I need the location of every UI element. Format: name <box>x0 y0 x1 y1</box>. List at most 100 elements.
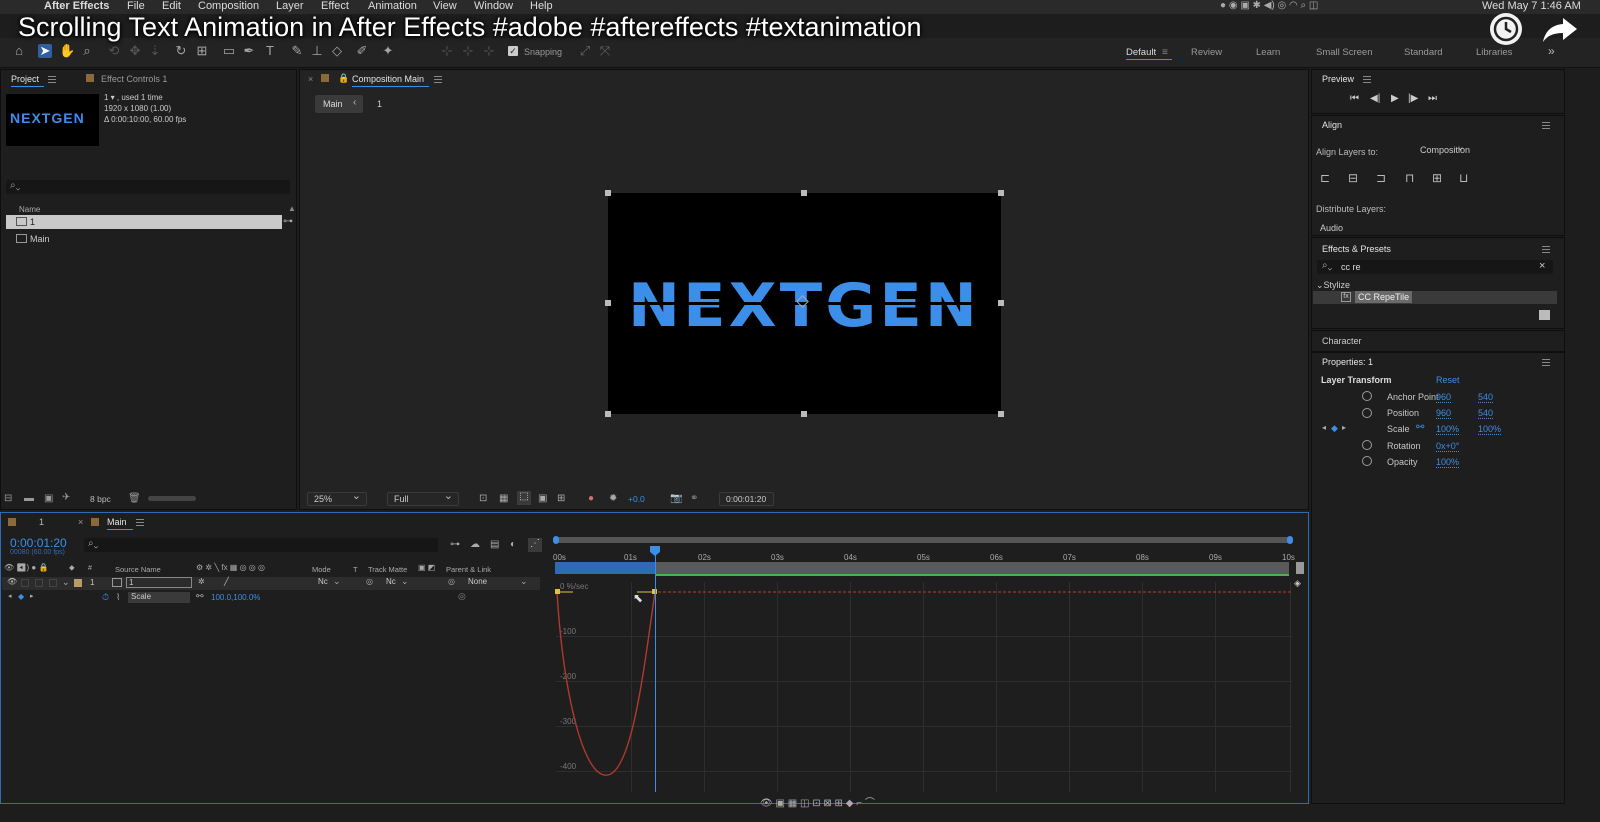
show-transform-box-icon[interactable]: ▦ <box>788 798 797 809</box>
snapping-checkbox[interactable]: ✓ <box>508 46 518 56</box>
workspace-libraries[interactable]: Libraries <box>1476 47 1512 58</box>
type-tool-icon[interactable]: T <box>263 44 277 58</box>
color-management-icon[interactable]: ✹ <box>609 493 617 504</box>
workspace-default[interactable]: Default <box>1126 47 1156 58</box>
stopwatch-icon[interactable] <box>1362 391 1372 401</box>
effects-search-input[interactable]: ⌕⌄ cc re × <box>1317 260 1553 274</box>
stopwatch-active-icon[interactable]: ⏱ <box>102 592 109 603</box>
align-top-icon[interactable]: ⊓ <box>1405 172 1417 184</box>
layer-mode[interactable]: Nc <box>318 577 328 586</box>
project-col-name[interactable]: Name <box>19 205 40 214</box>
menu-help[interactable]: Help <box>530 0 553 12</box>
tab-effect-controls[interactable]: Effect Controls 1 <box>101 74 167 84</box>
new-preset-icon[interactable] <box>1539 310 1550 320</box>
graph-toggle-icon[interactable]: ⌇ <box>116 592 120 603</box>
show-properties-icon[interactable]: 👁 <box>760 798 773 809</box>
view-axis-icon[interactable]: ⊹ <box>482 44 496 58</box>
navigator-start-handle[interactable] <box>553 536 559 544</box>
stopwatch-icon[interactable] <box>1362 440 1372 450</box>
keyframe-prev-icon[interactable]: ◂ <box>1322 423 1326 432</box>
align-bottom-icon[interactable]: ⊔ <box>1459 172 1471 184</box>
workspace-review[interactable]: Review <box>1191 47 1222 58</box>
mode-dropdown-arrow-icon[interactable]: ⌄ <box>333 576 341 587</box>
pan-tool-icon[interactable]: ✥ <box>128 44 142 58</box>
previous-frame-icon[interactable]: ◀| <box>1370 93 1380 104</box>
rotate-tool-icon[interactable]: ↻ <box>174 44 188 58</box>
work-area-end-handle[interactable] <box>1296 562 1304 574</box>
work-area-bar[interactable] <box>555 562 1289 574</box>
exposure-value[interactable]: +0.0 <box>628 494 645 504</box>
orbit-tool-icon[interactable]: ⟲ <box>107 44 121 58</box>
keyframe-nav-prev-icon[interactable]: ◂ <box>8 592 12 600</box>
parent-pickwhip-icon[interactable]: ◎ <box>448 577 455 586</box>
timeline-timecode[interactable]: 0:00:01:20 <box>10 536 67 550</box>
fit-all-icon[interactable]: ⊠ <box>823 798 831 809</box>
transform-handle[interactable] <box>605 190 611 196</box>
matte-dropdown-arrow-icon[interactable]: ⌄ <box>401 576 409 587</box>
composition-viewer[interactable]: NEXTGEN <box>608 193 1001 414</box>
constrain-proportions-icon[interactable]: ⚯ <box>1416 422 1424 433</box>
timeline-search-input[interactable]: ⌕⌄ <box>84 538 438 552</box>
fit-selection-icon[interactable]: ⊡ <box>812 798 820 809</box>
align-menu-icon[interactable] <box>1542 122 1550 129</box>
col-mode[interactable]: Mode <box>312 565 331 574</box>
axis-icon[interactable]: ⊹ <box>440 44 454 58</box>
graph-type-icon[interactable]: ▣ <box>775 798 784 809</box>
convert-hold-icon[interactable]: ⌐ <box>856 798 862 809</box>
shy-layers-icon[interactable]: ☁ <box>470 539 480 550</box>
snap-option2-icon[interactable]: ⤧ <box>598 44 612 58</box>
close-tab-icon[interactable]: × <box>78 517 83 527</box>
work-area-start[interactable] <box>555 562 655 574</box>
easy-ease-icon[interactable]: ⌒ <box>865 798 875 809</box>
label-color-swatch[interactable] <box>74 579 82 587</box>
transform-handle[interactable] <box>801 190 807 196</box>
col-parent-link[interactable]: Parent & Link <box>446 565 491 574</box>
anchor-tool-icon[interactable]: ⊞ <box>195 44 209 58</box>
menu-layer[interactable]: Layer <box>276 0 304 12</box>
layer-name[interactable]: 1 <box>126 577 192 588</box>
speed-graph[interactable] <box>553 580 1298 792</box>
property-pickwhip-icon[interactable]: ◎ <box>458 591 466 602</box>
time-navigator[interactable] <box>553 536 1293 544</box>
workspace-menu-icon[interactable]: ≡ <box>1162 47 1168 58</box>
brush-tool-icon[interactable]: ✎ <box>290 44 304 58</box>
snap-icon[interactable]: ◫ <box>800 798 809 809</box>
position-x[interactable]: 960 <box>1436 408 1452 419</box>
keyframe-diamond-icon[interactable]: ◆ <box>1331 423 1338 434</box>
menu-edit[interactable]: Edit <box>162 0 181 12</box>
rotation-value[interactable]: 0x+0° <box>1436 441 1460 452</box>
layer-row[interactable]: 👁 ⌄ 1 1 ✲ ╱ Nc ⌄ ◎ Nc ⌄ ◎ None ⌄ <box>2 576 540 590</box>
sort-arrow-icon[interactable]: ▲ <box>288 204 296 213</box>
home-icon[interactable]: ⌂ <box>12 44 26 58</box>
separate-dimensions-icon[interactable]: ⊞ <box>835 798 843 809</box>
eraser-tool-icon[interactable]: ◇ <box>330 44 344 58</box>
play-icon[interactable]: ▶ <box>1391 93 1399 104</box>
last-frame-icon[interactable]: ⏭ <box>1428 93 1437 104</box>
comp-timecode-field[interactable]: 0:00:01:20 <box>719 492 774 506</box>
show-snapshot-icon[interactable]: ⚭ <box>690 493 698 504</box>
first-frame-icon[interactable]: ⏮ <box>1350 93 1359 104</box>
share-icon[interactable] <box>1541 14 1579 44</box>
align-vertical-center-icon[interactable]: ⊞ <box>1432 172 1444 184</box>
collapse-transform-icon[interactable]: ✲ <box>198 577 205 586</box>
scale-y[interactable]: 100% <box>1478 424 1502 435</box>
rectangle-tool-icon[interactable]: ▭ <box>222 44 236 58</box>
expand-layer-icon[interactable]: ⌄ <box>62 577 70 588</box>
graph-editor-toolbar[interactable]: 👁 ▣ ▦ ◫ ⊡ ⊠ ⊞ ◆ ⌐ ⌒ <box>760 794 875 809</box>
transform-handle[interactable] <box>801 411 807 417</box>
col-t[interactable]: T <box>353 565 358 574</box>
color-channels-icon[interactable]: ● <box>588 493 594 504</box>
workspace-standard[interactable]: Standard <box>1404 47 1443 58</box>
close-tab-icon[interactable]: × <box>308 74 313 84</box>
resolution-dropdown[interactable]: Full <box>387 490 459 506</box>
adjust-project-icon[interactable]: ✈ <box>62 492 70 503</box>
new-composition-icon[interactable]: ▣ <box>44 493 53 504</box>
current-time-indicator[interactable] <box>655 548 656 792</box>
effects-menu-icon[interactable] <box>1542 246 1550 253</box>
keyframe-nav-add-icon[interactable]: ◆ <box>18 592 24 601</box>
comp-menu-icon[interactable] <box>434 76 442 83</box>
breadcrumb-sub[interactable]: 1 <box>377 99 382 109</box>
effect-row[interactable]: fx CC RepeTile <box>1313 291 1557 304</box>
scale-link-icon[interactable]: ⚯ <box>196 591 204 602</box>
edit-keyframe-icon[interactable]: ◆ <box>846 798 854 809</box>
